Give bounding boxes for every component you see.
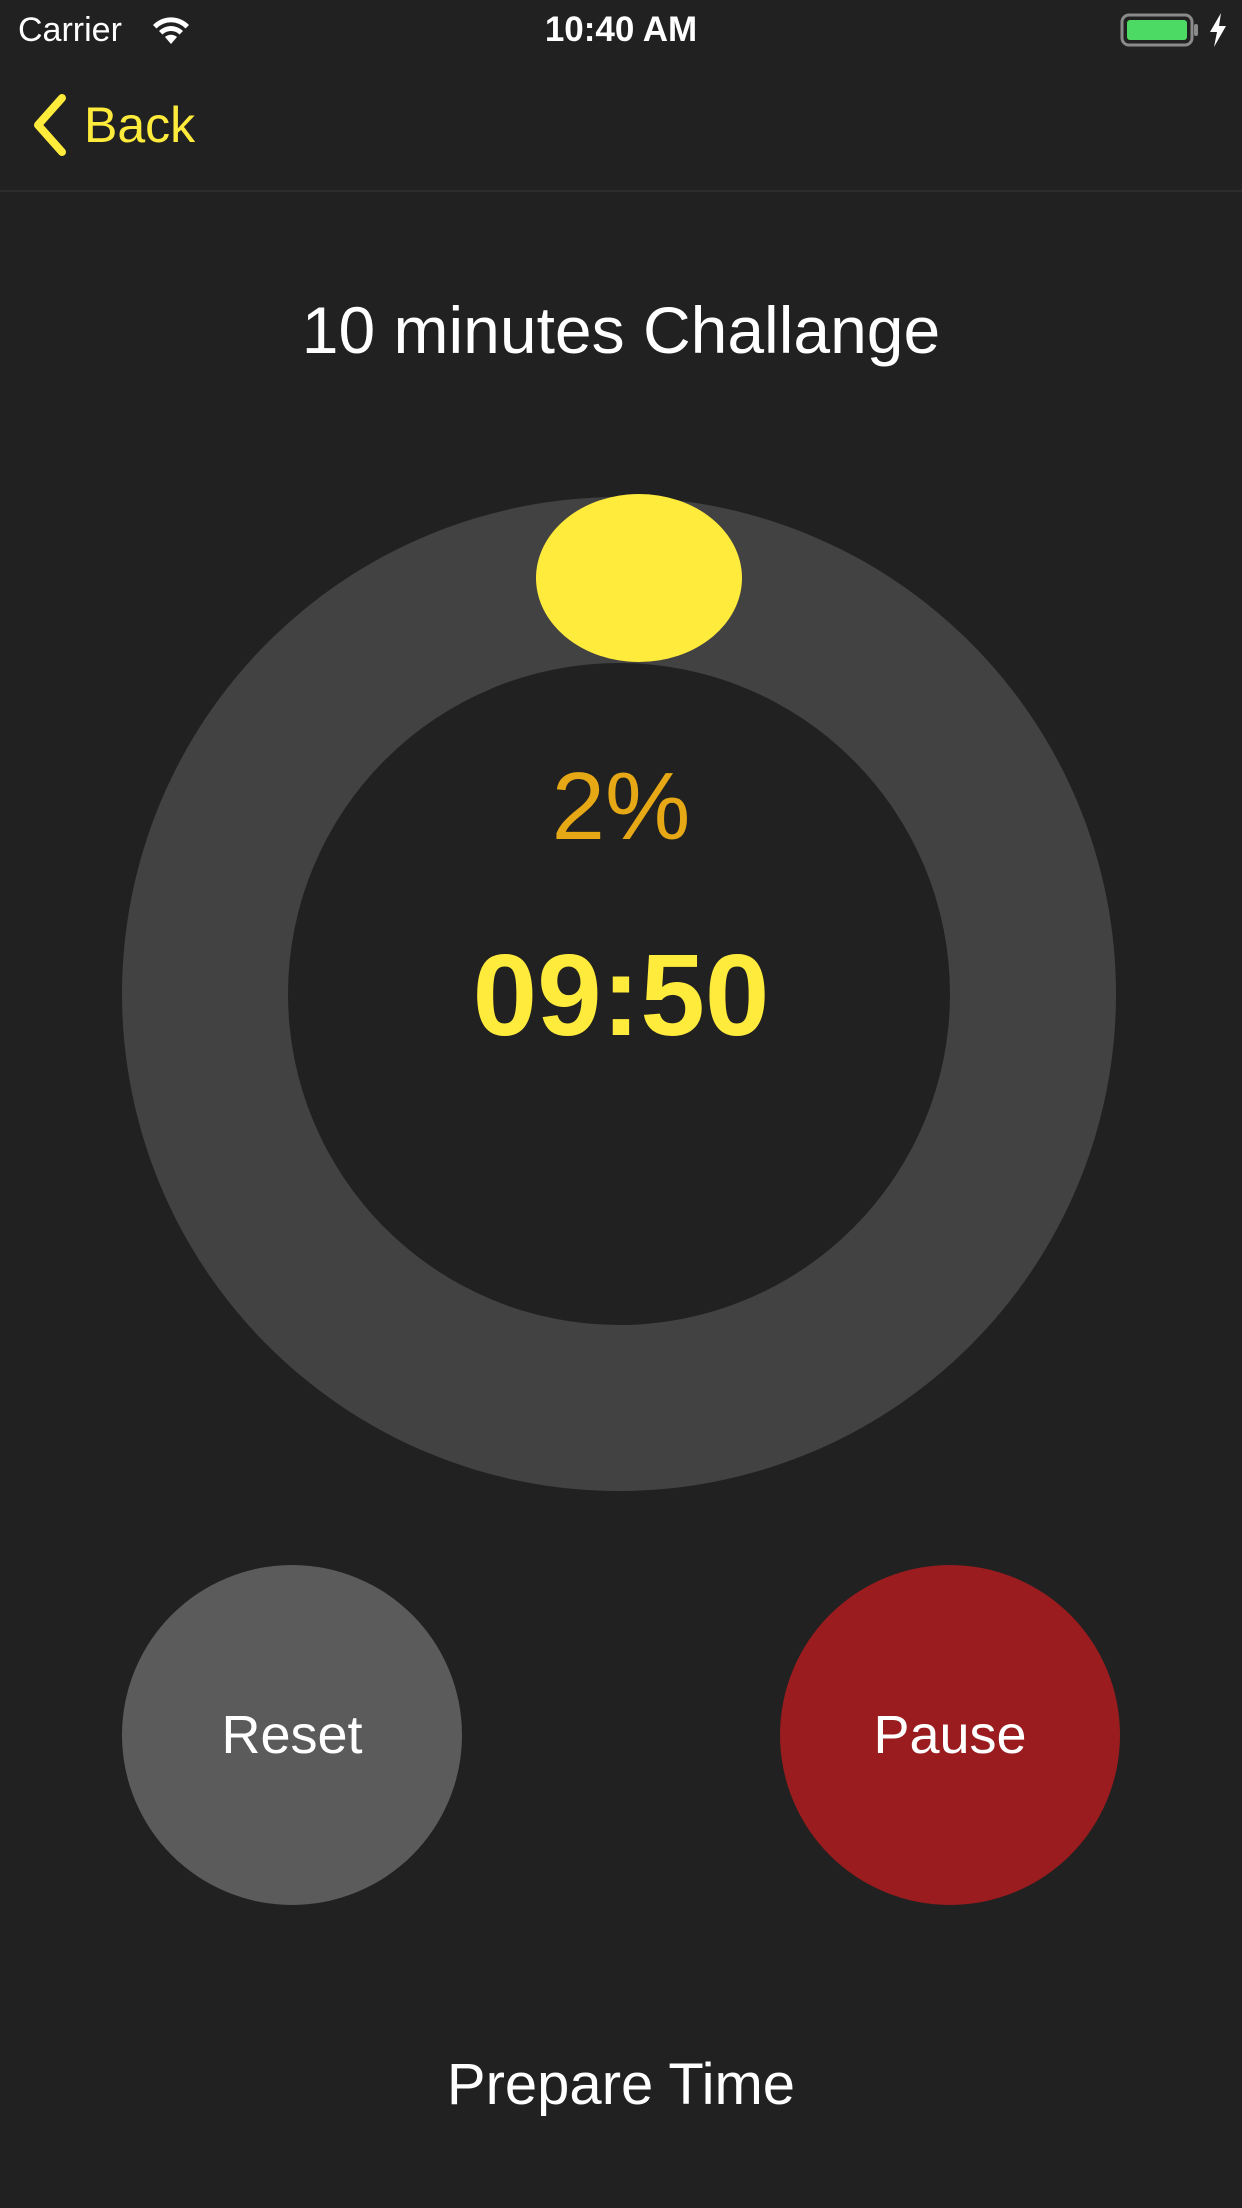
- status-bar: Carrier 10:40 AM: [0, 0, 1242, 60]
- reset-button[interactable]: Reset: [122, 1565, 462, 1905]
- pause-button[interactable]: Pause: [780, 1565, 1120, 1905]
- progress-indicator: [536, 494, 742, 662]
- timer-screen: Carrier 10:40 AM Back 10 minutes Challan…: [0, 0, 1242, 2208]
- status-time: 10:40 AM: [544, 10, 698, 49]
- countdown-timer: 09:50: [472, 930, 770, 1060]
- navigation-bar: Back: [0, 60, 1242, 192]
- charging-bolt-icon: [1210, 13, 1226, 47]
- battery-icon: [1120, 13, 1198, 47]
- progress-percent: 2%: [551, 753, 691, 860]
- phase-label: Prepare Time: [446, 2052, 796, 2117]
- reset-label: Reset: [221, 1705, 363, 1765]
- challenge-title: 10 minutes Challange: [301, 293, 941, 367]
- chevron-left-icon: [34, 94, 66, 156]
- back-button[interactable]: Back: [30, 90, 195, 160]
- back-label: Back: [84, 97, 196, 153]
- pause-label: Pause: [873, 1705, 1027, 1765]
